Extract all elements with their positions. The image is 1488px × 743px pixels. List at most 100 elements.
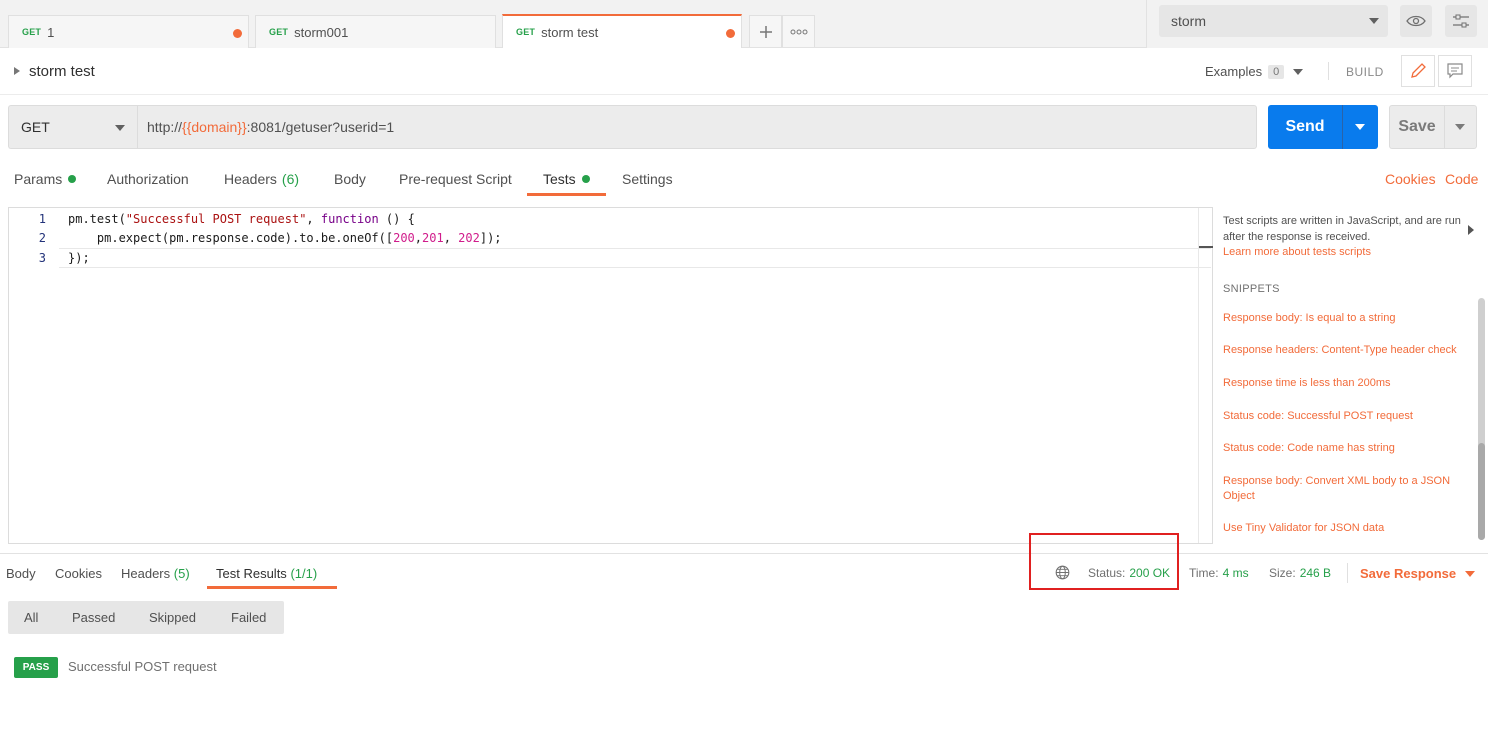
editor-scrollbar[interactable] [1198, 208, 1213, 543]
save-response-label: Save Response [1360, 566, 1457, 581]
snippet-item[interactable]: Response headers: Content-Type header ch… [1223, 343, 1471, 358]
tab-body[interactable]: Body [334, 171, 366, 187]
save-response-button[interactable]: Save Response [1360, 566, 1476, 581]
snippet-item[interactable]: Response body: Is equal to a string [1223, 311, 1471, 326]
unsaved-dot [726, 29, 735, 38]
code-link[interactable]: Code [1445, 171, 1478, 187]
divider [1444, 106, 1445, 148]
filter-all[interactable]: All [24, 610, 38, 625]
divider [1328, 62, 1329, 80]
examples-label: Examples [1205, 64, 1263, 79]
line-number: 2 [38, 231, 46, 245]
tab-label: Headers [121, 566, 171, 581]
comment-icon [1447, 63, 1463, 79]
tab-count: (5) [173, 566, 190, 581]
indicator-dot [581, 175, 590, 183]
request-tab-storm001[interactable]: GET storm001 [255, 15, 496, 48]
build-label: BUILD [1346, 65, 1384, 79]
save-button[interactable]: Save [1389, 105, 1477, 149]
url-prefix: http:// [147, 119, 183, 135]
tab-count: (1/1) [290, 566, 318, 581]
tab-tests[interactable]: Tests [543, 171, 590, 187]
tab-params[interactable]: Params [14, 171, 77, 187]
caret-right-icon[interactable] [14, 67, 20, 75]
filter-skipped[interactable]: Skipped [149, 610, 196, 625]
response-size[interactable]: Size: 246 B [1269, 566, 1331, 580]
response-time[interactable]: Time: 4 ms [1189, 566, 1249, 580]
filter-failed[interactable]: Failed [231, 610, 266, 625]
manage-environments-button[interactable] [1445, 5, 1477, 37]
snippet-item[interactable]: Use Tiny Validator for JSON data [1223, 521, 1471, 536]
size-value: 246 B [1299, 566, 1332, 580]
tab-method: GET [269, 27, 289, 37]
environment-quick-look-button[interactable] [1400, 5, 1432, 37]
tests-code-editor[interactable]: 1 2 3 pm.test("Successful POST request",… [8, 207, 1213, 544]
new-tab-button[interactable] [749, 15, 782, 47]
request-tab-storm-test[interactable]: GET storm test [502, 14, 742, 48]
unsaved-dot [233, 29, 242, 38]
method-value: GET [21, 119, 50, 135]
request-title[interactable]: storm test [29, 63, 95, 80]
tab-name: 1 [47, 24, 55, 40]
url-variable: {{domain}} [182, 119, 247, 135]
snippet-item[interactable]: Response body: Convert XML body to a JSO… [1223, 474, 1468, 504]
request-tab-1[interactable]: GET 1 [8, 15, 249, 48]
status-highlight-box [1029, 533, 1179, 590]
active-tab-indicator [527, 193, 606, 196]
response-tab-headers[interactable]: Headers (5) [121, 566, 190, 581]
cookies-link[interactable]: Cookies [1385, 171, 1436, 187]
tab-label: Settings [622, 171, 673, 187]
send-options-chevron-icon[interactable] [1355, 124, 1365, 130]
response-tab-cookies[interactable]: Cookies [55, 566, 102, 581]
snippet-item[interactable]: Status code: Code name has string [1223, 441, 1471, 456]
test-results-filter: All Passed Skipped Failed [8, 601, 284, 634]
edit-mode-button[interactable] [1401, 55, 1435, 87]
environment-select[interactable]: storm [1159, 5, 1388, 37]
examples-count: 0 [1268, 64, 1285, 79]
snippets-intro: Test scripts are written in JavaScript, … [1223, 215, 1461, 243]
tab-headers[interactable]: Headers (6) [224, 171, 299, 187]
tab-settings[interactable]: Settings [622, 171, 673, 187]
line-number-gutter: 1 2 3 [9, 208, 59, 543]
active-line-highlight [59, 248, 1211, 268]
line-number: 1 [38, 212, 46, 226]
tab-label: Cookies [55, 566, 102, 581]
tab-label: Authorization [107, 171, 189, 187]
response-tab-body[interactable]: Body [6, 566, 36, 581]
chevron-down-icon [1293, 68, 1304, 75]
tab-label: Body [334, 171, 366, 187]
environment-area: storm [1146, 0, 1488, 48]
tab-method: GET [22, 27, 42, 37]
snippets-scrollbar[interactable] [1477, 298, 1486, 540]
more-tabs-button[interactable] [782, 15, 815, 47]
send-button[interactable]: Send [1268, 105, 1378, 149]
send-label: Send [1285, 118, 1325, 135]
filter-passed[interactable]: Passed [72, 610, 115, 625]
snippet-item[interactable]: Status code: Successful POST request [1223, 409, 1471, 424]
method-select[interactable]: GET [8, 105, 137, 149]
scrollbar-thumb[interactable] [1478, 443, 1485, 540]
ellipsis-icon [790, 29, 807, 34]
save-options-chevron-icon[interactable] [1455, 124, 1465, 130]
collapse-panel-icon[interactable] [1468, 225, 1474, 235]
response-tab-test-results[interactable]: Test Results (1/1) [216, 566, 317, 581]
tab-authorization[interactable]: Authorization [107, 171, 189, 187]
divider [1347, 563, 1348, 583]
tab-count: (6) [281, 171, 300, 187]
examples-dropdown[interactable]: Examples 0 [1205, 64, 1304, 79]
eye-icon [1406, 15, 1426, 27]
scrollbar-marker [1199, 246, 1213, 248]
code-line: pm.test("Successful POST request", funct… [68, 212, 415, 226]
comments-button[interactable] [1438, 55, 1472, 87]
url-input[interactable]: http://{{domain}}:8081/getuser?userid=1 [137, 105, 1257, 149]
learn-more-link[interactable]: Learn more about tests scripts [1223, 246, 1371, 258]
sliders-icon [1453, 14, 1469, 28]
chevron-down-icon [1369, 18, 1379, 24]
response-divider [0, 553, 1488, 554]
time-value: 4 ms [1222, 566, 1249, 580]
size-label: Size: [1269, 566, 1296, 580]
chevron-down-icon [115, 125, 125, 131]
snippet-item[interactable]: Response time is less than 200ms [1223, 376, 1471, 391]
tab-pre-request-script[interactable]: Pre-request Script [399, 171, 512, 187]
pass-badge: PASS [14, 657, 58, 678]
